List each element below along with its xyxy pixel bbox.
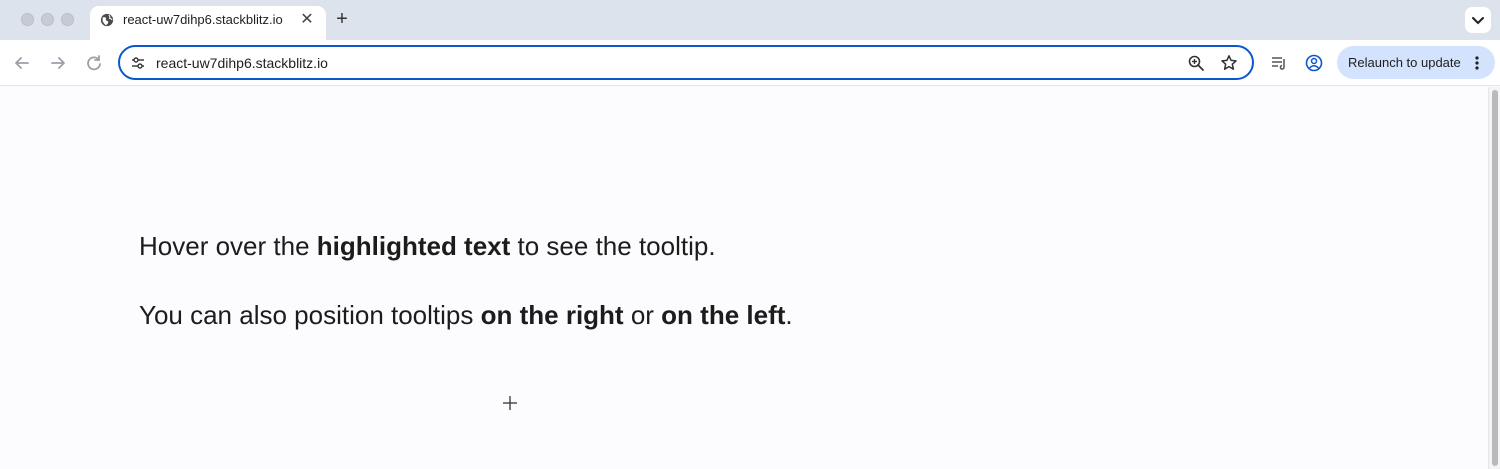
paragraph-hover: Hover over the highlighted text to see t…: [139, 231, 716, 262]
reload-button[interactable]: [83, 52, 105, 74]
profile-icon[interactable]: [1304, 53, 1324, 73]
chevron-down-icon: [1472, 17, 1484, 25]
tab-title: react-uw7dihp6.stackblitz.io: [123, 12, 283, 27]
tab-close-button[interactable]: ✕: [298, 11, 316, 29]
site-settings-icon[interactable]: [130, 55, 146, 71]
globe-icon: [100, 13, 114, 27]
relaunch-button[interactable]: Relaunch to update: [1337, 46, 1495, 79]
crosshair-cursor-icon: [503, 396, 517, 410]
scrollbar-thumb[interactable]: [1492, 90, 1498, 466]
vertical-scrollbar[interactable]: [1488, 87, 1500, 469]
tooltip-right-trigger[interactable]: on the right: [481, 300, 624, 330]
minimize-window-button[interactable]: [41, 13, 54, 26]
new-tab-button[interactable]: +: [331, 8, 353, 30]
maximize-window-button[interactable]: [61, 13, 74, 26]
bookmark-star-icon[interactable]: [1220, 54, 1238, 72]
tab-search-button[interactable]: [1465, 7, 1491, 33]
relaunch-label: Relaunch to update: [1348, 55, 1461, 70]
line2-suffix: .: [785, 300, 793, 330]
tooltip-left-trigger[interactable]: on the left: [661, 300, 785, 330]
browser-toolbar: react-uw7dihp6.stackblitz.io Relaunch to…: [0, 40, 1500, 86]
line1-suffix: to see the tooltip.: [510, 231, 716, 261]
more-menu-icon[interactable]: [1471, 54, 1483, 72]
line1-prefix: Hover over the: [139, 231, 317, 261]
page-content: Hover over the highlighted text to see t…: [0, 87, 1488, 469]
close-window-button[interactable]: [21, 13, 34, 26]
zoom-icon[interactable]: [1187, 54, 1205, 72]
back-button[interactable]: [11, 52, 33, 74]
forward-button[interactable]: [47, 52, 69, 74]
tab-strip: react-uw7dihp6.stackblitz.io ✕ +: [0, 0, 1500, 40]
highlighted-text-tooltip-trigger[interactable]: highlighted text: [317, 231, 511, 261]
line2-prefix: You can also position tooltips: [139, 300, 481, 330]
line2-middle: or: [623, 300, 662, 330]
url-text[interactable]: react-uw7dihp6.stackblitz.io: [156, 55, 328, 71]
address-bar[interactable]: react-uw7dihp6.stackblitz.io: [118, 45, 1254, 80]
tab-active[interactable]: react-uw7dihp6.stackblitz.io ✕: [90, 6, 326, 40]
reading-list-icon[interactable]: [1269, 53, 1289, 73]
paragraph-position: You can also position tooltips on the ri…: [139, 300, 793, 331]
